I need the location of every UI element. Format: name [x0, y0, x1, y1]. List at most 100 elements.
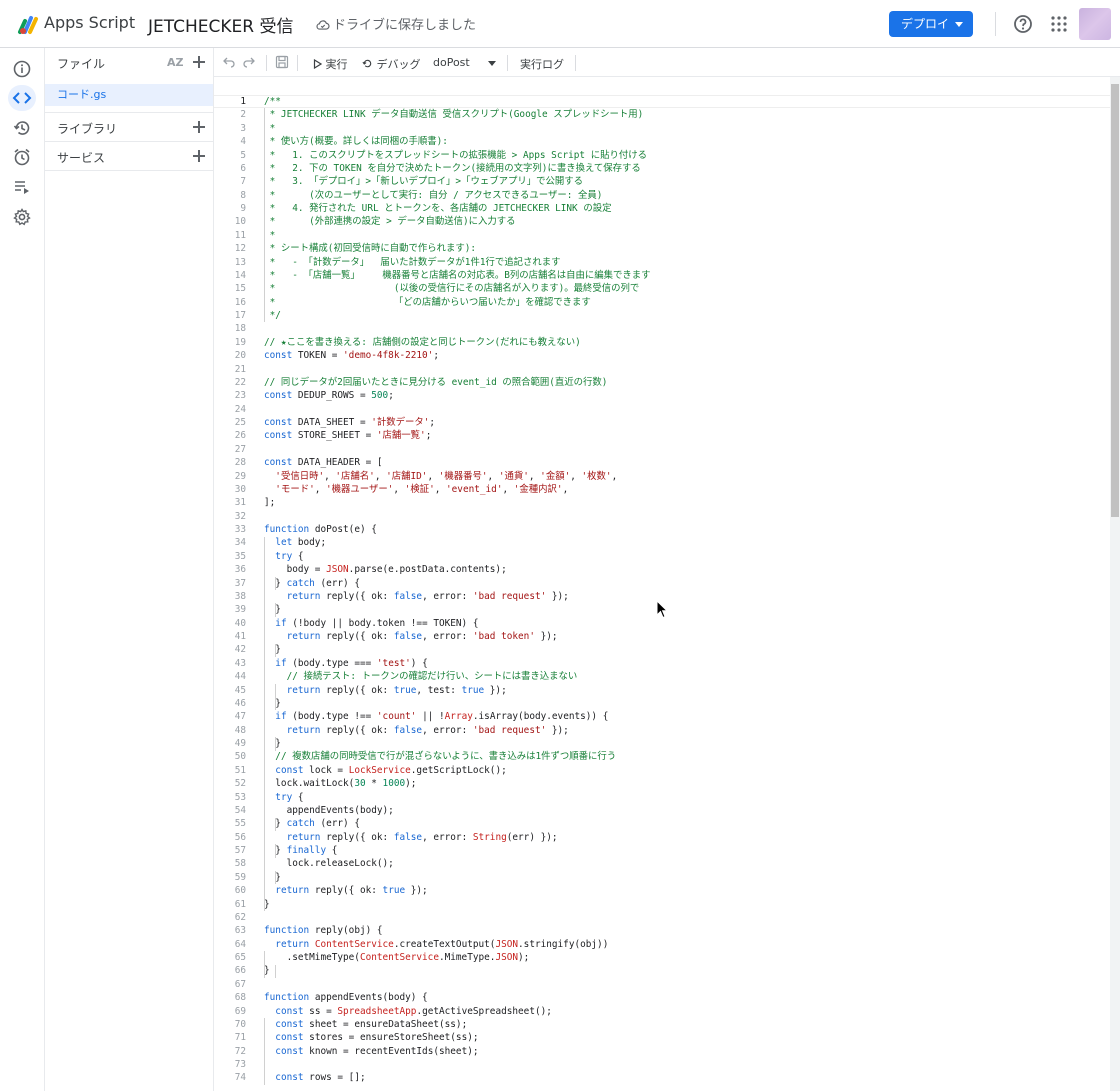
sort-icon[interactable]: AZ [167, 56, 184, 69]
code-text: const stores = ensureStoreSheet(ss); [264, 1031, 478, 1044]
code-token: }); [546, 724, 569, 736]
add-file-icon[interactable] [193, 56, 205, 68]
code-token: '金種内訳' [513, 483, 563, 495]
line-number: 47 [234, 711, 246, 723]
deploy-button[interactable]: デプロイ [889, 11, 973, 37]
code-token: '機器番号' [438, 470, 488, 482]
code-editor[interactable]: 1/** 2 * JETCHECKER LINK データ自動送信 受信スクリプト(… [214, 77, 1120, 1091]
code-token: ; [429, 417, 436, 428]
line-number: 36 [234, 564, 246, 576]
code-text: * 2. 下の TOKEN を自分で決めたトークン(接続用の文字列)に書き換えて… [264, 162, 641, 175]
scrollbar-thumb[interactable] [1111, 84, 1119, 517]
line-number: 38 [234, 590, 246, 602]
code-token: ContentService [314, 938, 394, 950]
code-token: }); [546, 590, 569, 602]
line-number: 69 [234, 1005, 246, 1017]
code-line: 20 const TOKEN = 'demo-4f8k-2210'; [214, 349, 1110, 362]
run-button[interactable]: 実行 [313, 56, 348, 72]
code-token: , [562, 483, 569, 495]
execution-log-button[interactable]: 実行ログ [520, 56, 564, 72]
line-number: 3 [240, 122, 246, 134]
code-text: if (body.type === 'test') { [264, 657, 427, 670]
code-text: * [264, 122, 276, 135]
files-panel: ファイル AZ コード.gs ライブラリ サービス [45, 48, 214, 1091]
apps-script-logo[interactable] [16, 12, 40, 36]
add-service-icon[interactable] [193, 150, 205, 162]
function-selector[interactable]: doPost [433, 56, 470, 69]
chevron-down-icon[interactable] [488, 61, 496, 66]
code-token: const [264, 430, 298, 442]
code-token: Array [444, 711, 473, 723]
undo-icon[interactable] [223, 56, 235, 68]
save-icon[interactable] [275, 55, 289, 69]
code-token: catch [286, 577, 321, 589]
code-text: 'モード', '機器ユーザー', '検証', 'event_id', '金種内訳… [264, 483, 568, 496]
line-number: 9 [240, 203, 246, 214]
code-token: } [264, 871, 281, 883]
code-token: * (外部連携の設定 > データ自動送信)に入力する [264, 216, 516, 228]
code-token: * シート構成(初回受信時に自動で作られます): [264, 243, 476, 255]
code-line: 66} [214, 964, 1110, 977]
divider [297, 55, 298, 71]
code-token: try [275, 550, 298, 562]
code-text: const DATA_SHEET = '計数データ'; [264, 416, 435, 429]
code-line: 65 .setMimeType(ContentService.MimeType.… [214, 951, 1110, 964]
files-title: ファイル [57, 57, 106, 71]
chevron-down-icon[interactable] [955, 22, 963, 27]
file-item[interactable]: コード.gs [45, 84, 213, 106]
help-icon[interactable] [1013, 14, 1033, 34]
alarm-icon[interactable] [12, 147, 32, 167]
code-line: 48 return reply({ ok: false, error: 'bad… [214, 724, 1110, 737]
code-line: 42 } [214, 643, 1110, 656]
debug-button[interactable]: デバッグ [362, 56, 421, 72]
code-token: ; [388, 390, 394, 402]
code-line: 1 /** [214, 95, 1110, 108]
divider [45, 112, 213, 113]
code-token: , [374, 470, 387, 482]
code-token: 500 [371, 390, 389, 402]
code-token: const [264, 350, 298, 362]
code-icon[interactable] [12, 88, 32, 108]
executions-icon[interactable] [12, 177, 32, 197]
code-text: return reply({ ok: false, error: 'bad to… [264, 630, 558, 643]
apps-grid-icon[interactable] [1051, 16, 1067, 32]
code-token: } [264, 738, 281, 749]
code-token: , error: [422, 631, 473, 642]
vertical-scrollbar[interactable] [1110, 77, 1120, 1091]
code-token: } [264, 697, 281, 709]
settings-icon[interactable] [12, 207, 32, 227]
code-text: * 4. 発行された URL とトークンを、各店舗の JETCHECKER LI… [264, 202, 612, 215]
code-text: * (次のユーザーとして実行: 自分 / アクセスできるユーザー: 全員) [264, 189, 603, 202]
line-number: 65 [234, 952, 246, 963]
info-icon[interactable] [12, 59, 32, 79]
code-lines: 1/** 2 * JETCHECKER LINK データ自動送信 受信スクリプト(… [214, 95, 1110, 1085]
avatar[interactable] [1079, 8, 1111, 40]
code-token: lock.waitLock( [264, 778, 355, 790]
code-token: reply({ ok: [326, 724, 394, 736]
code-token: 1000 [382, 778, 406, 790]
code-line: 64 return ContentService.createTextOutpu… [214, 938, 1110, 951]
code-token: known = recentEventIds(sheet); [309, 1045, 479, 1057]
add-library-icon[interactable] [193, 121, 205, 133]
code-line: 6 * 2. 下の TOKEN を自分で決めたトークン(接続用の文字列)に書き換… [214, 162, 1110, 175]
code-token: DATA_SHEET = [297, 417, 372, 428]
code-text: body = JSON.parse(e.postData.contents); [264, 563, 507, 576]
history-icon[interactable] [12, 118, 32, 138]
code-token: { [297, 550, 304, 562]
project-title[interactable]: JETCHECKER 受信 [148, 12, 294, 37]
line-number: 5 [240, 149, 246, 161]
code-text: } [264, 871, 281, 884]
code-line: 71 const stores = ensureStoreSheet(ss); [214, 1031, 1110, 1044]
code-token: * (以後の受信行にその店舗名が入ります)。最終受信の列で [264, 283, 640, 295]
line-number: 13 [234, 256, 246, 268]
code-token: true [461, 684, 485, 696]
redo-icon[interactable] [243, 56, 255, 68]
code-line: 72 const known = recentEventIds(sheet); [214, 1045, 1110, 1058]
code-token: STORE_SHEET = [297, 430, 377, 442]
line-number: 37 [234, 577, 246, 589]
code-token: || ! [416, 711, 445, 723]
code-token: DATA_HEADER = [ [297, 457, 383, 469]
code-line: 59 } [214, 871, 1110, 884]
code-text: appendEvents(body); [264, 804, 394, 817]
